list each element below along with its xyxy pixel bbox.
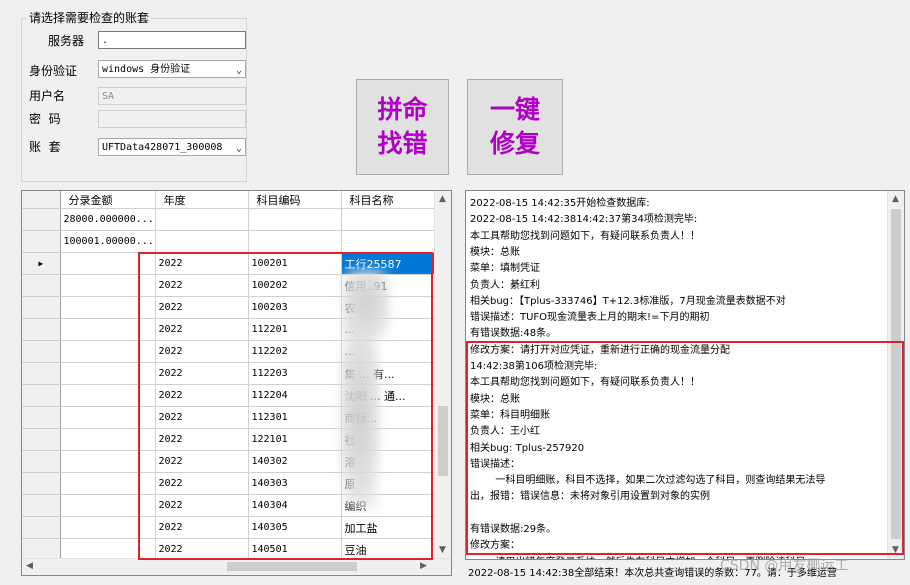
cell-amount[interactable]: 28000.000000... <box>60 208 156 231</box>
grid-corner <box>22 191 61 209</box>
row-header[interactable] <box>22 230 61 253</box>
log-line: 负责人：綦红利 <box>470 279 540 291</box>
log-line: 错误描述：TUFO现金流量表上月的期末!=下月的期初 <box>470 312 710 324</box>
grid-vertical-scrollbar[interactable]: ▲ ▼ <box>434 191 451 559</box>
table-row[interactable]: 28000.000000... <box>22 208 436 231</box>
find-errors-button[interactable]: 拼命 找错 <box>356 79 449 175</box>
log-line: 相关bug：【Tplus-333746】T+12.3标准版，7月现金流量表数据不… <box>470 295 786 307</box>
row-header[interactable] <box>22 384 61 407</box>
scroll-down-icon[interactable]: ▼ <box>439 545 446 555</box>
row-header[interactable] <box>22 274 61 297</box>
chevron-down-icon: ⌄ <box>235 143 242 154</box>
find-errors-label-2: 找错 <box>377 129 428 158</box>
account-group-title: 请选择需要检查的账套 <box>27 9 152 26</box>
log-line: 本工具帮助您找到问题如下，有疑问联系负责人！！ <box>470 230 700 242</box>
password-input[interactable] <box>98 110 246 128</box>
user-input[interactable]: SA <box>98 87 246 105</box>
one-click-fix-button[interactable]: 一键 修复 <box>467 79 563 175</box>
fix-label-2: 修复 <box>489 129 540 158</box>
row-header[interactable] <box>22 516 61 539</box>
cell-code[interactable] <box>248 208 342 231</box>
column-header-amount[interactable]: 分录金额 <box>60 191 156 209</box>
cell-code[interactable] <box>248 230 342 253</box>
row-header[interactable] <box>22 362 61 385</box>
cell-name[interactable] <box>341 230 436 253</box>
chevron-down-icon: ⌄ <box>235 65 242 76</box>
grid-header-row: 分录金额 年度 科目编码 科目名称 <box>22 191 436 209</box>
row-header[interactable] <box>22 340 61 363</box>
find-errors-label-1: 拼命 <box>377 95 428 124</box>
grid-horizontal-scrollbar[interactable]: ◀ ▶ <box>22 558 451 575</box>
log-line: 有错误数据:48条。 <box>470 328 557 340</box>
grid-vscroll-thumb[interactable] <box>438 406 448 476</box>
log-line: 2022-08-15 14:42:35开始检查数据库: <box>470 198 650 209</box>
server-label: 服务器 <box>48 34 85 48</box>
cell-year[interactable] <box>155 208 249 231</box>
user-label: 用户名 <box>29 89 66 103</box>
account-label: 账 套 <box>29 140 61 154</box>
row-header[interactable] <box>22 208 61 231</box>
scroll-left-icon[interactable]: ◀ <box>26 561 33 571</box>
log-line: 模块：总账 <box>470 246 520 258</box>
row-header[interactable] <box>22 450 61 473</box>
scroll-right-icon[interactable]: ▶ <box>420 561 427 571</box>
current-row-arrow-icon: ▶ <box>38 259 44 268</box>
fix-label-1: 一键 <box>489 95 540 124</box>
auth-select-value: windows 身份验证 <box>102 64 191 75</box>
cell-name[interactable] <box>341 208 436 231</box>
table-row[interactable]: 100001.00000... <box>22 230 436 253</box>
grid-highlight-box <box>138 252 433 560</box>
password-label: 密 码 <box>29 112 61 126</box>
log-highlight-box <box>466 341 904 555</box>
account-select-value: UFTData428071_300008 <box>102 142 223 153</box>
scroll-up-icon[interactable]: ▲ <box>892 194 899 204</box>
row-header[interactable] <box>22 472 61 495</box>
column-header-year[interactable]: 年度 <box>155 191 249 209</box>
account-select[interactable]: UFTData428071_300008 ⌄ <box>98 138 246 156</box>
grid-hscroll-thumb[interactable] <box>227 562 357 571</box>
cell-amount[interactable]: 100001.00000... <box>60 230 156 253</box>
auth-label: 身份验证 <box>29 64 78 78</box>
auth-select[interactable]: windows 身份验证 ⌄ <box>98 60 246 78</box>
log-line: 菜单：填制凭证 <box>470 263 540 275</box>
watermark: CSDN @用友椰运工 <box>720 558 849 574</box>
row-header[interactable] <box>22 494 61 517</box>
row-header[interactable] <box>22 406 61 429</box>
column-header-name[interactable]: 科目名称 <box>341 191 436 209</box>
row-header[interactable]: ▶ <box>22 252 61 275</box>
column-header-code[interactable]: 科目编码 <box>248 191 342 209</box>
row-header[interactable] <box>22 318 61 341</box>
server-input[interactable]: . <box>98 31 246 49</box>
log-line: 2022-08-15 14:42:3814:42:37第34项检测完毕: <box>470 214 698 226</box>
row-header[interactable] <box>22 428 61 451</box>
row-header[interactable] <box>22 296 61 319</box>
scroll-up-icon[interactable]: ▲ <box>439 194 446 204</box>
cell-year[interactable] <box>155 230 249 253</box>
